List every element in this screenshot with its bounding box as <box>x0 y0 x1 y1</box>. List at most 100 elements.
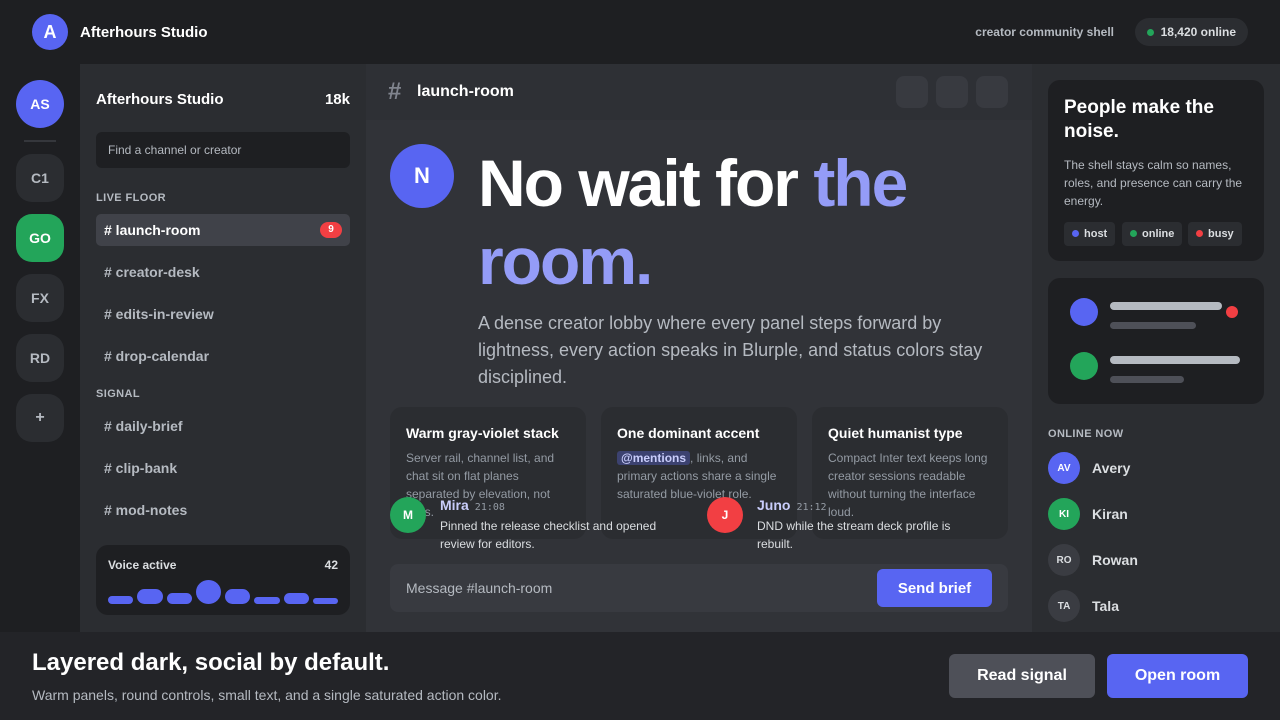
online-count: 18,420 online <box>1160 25 1236 39</box>
footer-subtitle: Warm panels, round controls, small text,… <box>32 687 502 703</box>
tag-online: online <box>1122 222 1183 246</box>
section-label-signal: SIGNAL <box>96 388 140 400</box>
send-brief-button[interactable]: Send brief <box>877 569 992 607</box>
section-label-live-floor: LIVE FLOOR <box>96 192 166 204</box>
author-name: Juno <box>757 497 791 513</box>
voice-activity-panel[interactable]: Voice active 42 <box>96 545 350 615</box>
avatar: RO <box>1048 544 1080 576</box>
server-c1[interactable]: C1 <box>16 154 64 202</box>
channel-header: # launch-room <box>366 64 1032 120</box>
card-body: @mentions, links, and primary actions sh… <box>617 449 781 503</box>
status-dot-icon <box>1196 230 1203 237</box>
brand-name: Afterhours Studio <box>80 24 208 41</box>
open-room-button[interactable]: Open room <box>1107 654 1248 698</box>
read-signal-button[interactable]: Read signal <box>949 654 1095 698</box>
message-time: 21:12 <box>796 502 827 513</box>
message-author[interactable]: Mira 21:08 <box>440 497 505 513</box>
room-title: launch-room <box>417 83 514 100</box>
promo-title: People make the noise. <box>1064 97 1214 142</box>
skeleton-line <box>1110 356 1240 364</box>
avatar: AV <box>1048 452 1080 484</box>
online-now-label: ONLINE NOW <box>1048 428 1124 440</box>
tag-label: host <box>1084 228 1108 240</box>
voice-wave-bar <box>167 593 192 604</box>
hero-avatar: N <box>390 144 454 208</box>
card-body: Compact Inter text keeps long creator se… <box>828 451 988 519</box>
channel-label: # launch-room <box>104 222 201 238</box>
mention-chip[interactable]: @mentions <box>617 451 691 465</box>
member-count: 18k <box>324 91 350 108</box>
voice-wave-bar <box>313 598 338 604</box>
header-tool-button[interactable] <box>896 76 928 108</box>
brand-logo[interactable]: A <box>32 14 68 50</box>
header-tool-button[interactable] <box>936 76 968 108</box>
message-author[interactable]: Juno 21:12 <box>757 497 827 513</box>
hash-icon: # <box>388 78 402 105</box>
voice-count: 42 <box>324 558 338 572</box>
channel-search-input[interactable] <box>96 132 350 168</box>
member-row[interactable]: AV Avery <box>1048 452 1264 484</box>
avatar: TA <box>1048 590 1080 622</box>
member-panel: People make the noise. The shell stays c… <box>1032 64 1280 632</box>
tag-label: busy <box>1208 228 1234 240</box>
promo-card: People make the noise. The shell stays c… <box>1048 80 1264 261</box>
status-dot-icon <box>1072 230 1079 237</box>
promo-body: The shell stays calm so names, roles, an… <box>1064 158 1243 208</box>
skeleton-line <box>1110 376 1184 383</box>
member-name: Avery <box>1092 460 1131 476</box>
member-row[interactable]: TA Tala <box>1048 590 1264 622</box>
avatar: KI <box>1048 498 1080 530</box>
busy-dot-icon <box>1226 306 1238 318</box>
channel-clip-bank[interactable]: # clip-bank <box>96 452 350 484</box>
voice-wave-bar <box>108 596 133 604</box>
avatar[interactable]: J <box>707 497 743 533</box>
rail-divider <box>24 140 56 142</box>
skeleton-line <box>1110 322 1196 329</box>
message-composer: Send brief <box>390 564 1008 612</box>
tag-busy: busy <box>1188 222 1242 246</box>
voice-wave-bar <box>196 580 221 604</box>
voice-wave-bar <box>225 589 250 604</box>
server-go[interactable]: GO <box>16 214 64 262</box>
message-text: DND while the stream deck profile is reb… <box>757 519 951 551</box>
chat-main: # launch-room N No wait for the room. A … <box>366 64 1032 632</box>
header-tool-button[interactable] <box>976 76 1008 108</box>
channel-daily-brief[interactable]: # daily-brief <box>96 410 350 442</box>
channel-mod-notes[interactable]: # mod-notes <box>96 494 350 526</box>
channel-creator-desk[interactable]: # creator-desk <box>96 256 350 288</box>
member-row[interactable]: KI Kiran <box>1048 498 1264 530</box>
server-as[interactable]: AS <box>16 80 64 128</box>
shell-label: creator community shell <box>975 25 1114 39</box>
member-name: Tala <box>1092 598 1119 614</box>
server-fx[interactable]: FX <box>16 274 64 322</box>
hero-lede: A dense creator lobby where every panel … <box>478 313 983 387</box>
footer-title: Layered dark, social by default. <box>32 649 390 676</box>
message-input[interactable] <box>390 564 870 612</box>
channel-edits-in-review[interactable]: # edits-in-review <box>96 298 350 330</box>
message-text: Pinned the release checklist and opened … <box>440 519 657 551</box>
channel-launch-room[interactable]: # launch-room 9 <box>96 214 350 246</box>
unread-badge: 9 <box>320 222 342 238</box>
member-row[interactable]: RO Rowan <box>1048 544 1264 576</box>
skeleton-avatar <box>1070 298 1098 326</box>
skeleton-avatar <box>1070 352 1098 380</box>
hero-heading: No wait for the room. <box>478 144 998 300</box>
add-server-button[interactable]: + <box>16 394 64 442</box>
presence-skeleton <box>1048 278 1264 404</box>
tag-label: online <box>1142 228 1175 240</box>
voice-wave-bar <box>254 597 280 604</box>
hero-plain: No wait for <box>478 146 814 220</box>
skeleton-line <box>1110 302 1222 310</box>
server-rd[interactable]: RD <box>16 334 64 382</box>
member-name: Rowan <box>1092 552 1138 568</box>
channel-drop-calendar[interactable]: # drop-calendar <box>96 340 350 372</box>
status-dot-icon <box>1130 230 1137 237</box>
server-name: Afterhours Studio <box>96 91 224 108</box>
avatar[interactable]: M <box>390 497 426 533</box>
server-rail: AS C1 GO FX RD + <box>0 64 80 632</box>
member-name: Kiran <box>1092 506 1128 522</box>
top-bar: A Afterhours Studio creator community sh… <box>0 0 1280 64</box>
author-name: Mira <box>440 497 469 513</box>
online-count-pill: 18,420 online <box>1134 18 1248 46</box>
online-dot-icon <box>1146 29 1154 36</box>
